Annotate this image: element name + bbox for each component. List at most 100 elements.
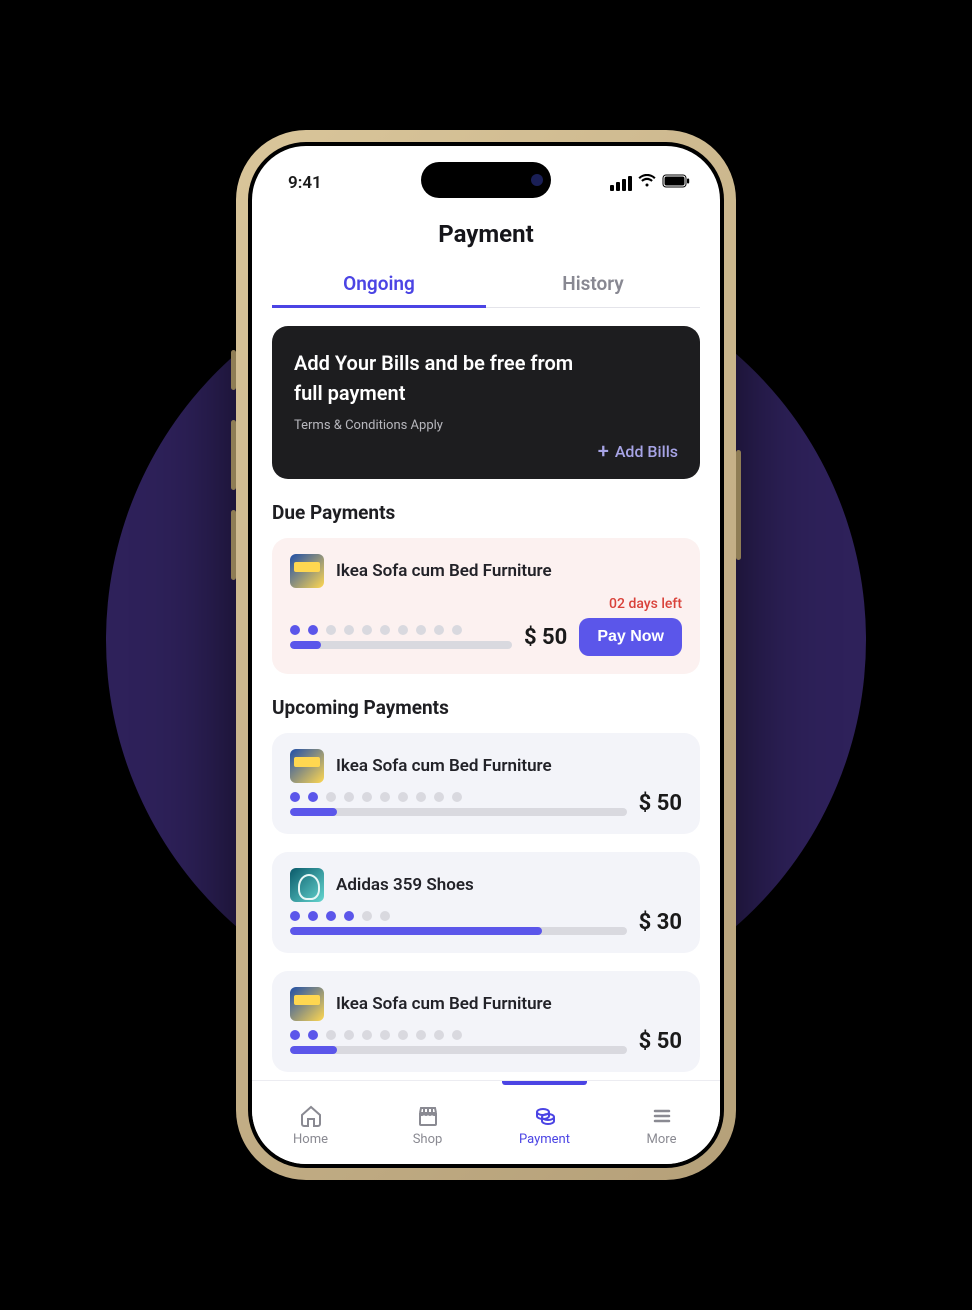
nav-label: Shop xyxy=(413,1132,443,1147)
tab-ongoing[interactable]: Ongoing xyxy=(272,262,486,307)
progress-bar xyxy=(290,641,512,649)
merchant-thumbnail xyxy=(290,749,324,783)
nav-more[interactable]: More xyxy=(603,1081,720,1164)
days-left-label: 02 days left xyxy=(290,596,682,612)
bottom-nav: Home Shop Payment More xyxy=(252,1080,720,1164)
tab-history[interactable]: History xyxy=(486,262,700,307)
promo-title-line: full payment xyxy=(294,381,405,405)
progress-bar xyxy=(290,1046,627,1054)
dot xyxy=(308,1030,318,1040)
dot xyxy=(344,911,354,921)
side-button xyxy=(231,510,236,580)
dot xyxy=(326,792,336,802)
dot xyxy=(308,911,318,921)
progress-dots xyxy=(290,792,627,802)
page-title: Payment xyxy=(272,220,700,248)
due-payments-heading: Due Payments xyxy=(272,501,700,524)
dot xyxy=(290,1030,300,1040)
upcoming-payment-card[interactable]: Ikea Sofa cum Bed Furniture $ 50 xyxy=(272,733,700,834)
upcoming-payment-card[interactable]: Ikea Sofa cum Bed Furniture $ 50 xyxy=(272,971,700,1072)
nav-shop[interactable]: Shop xyxy=(369,1081,486,1164)
home-icon xyxy=(299,1104,323,1128)
dot xyxy=(416,1030,426,1040)
add-bills-label: Add Bills xyxy=(615,442,678,461)
payment-icon xyxy=(533,1104,557,1128)
payment-title: Ikea Sofa cum Bed Furniture xyxy=(336,561,552,581)
progress-dots xyxy=(290,911,627,921)
tabs: OngoingHistory xyxy=(272,262,700,308)
payment-amount: $ 50 xyxy=(524,625,567,650)
plus-icon: + xyxy=(598,441,609,461)
dot xyxy=(452,792,462,802)
merchant-thumbnail xyxy=(290,868,324,902)
merchant-thumbnail xyxy=(290,554,324,588)
dot xyxy=(398,625,408,635)
phone-frame: 9:41 Payment OngoingHistory xyxy=(236,130,736,1180)
more-icon xyxy=(650,1104,674,1128)
payment-amount: $ 50 xyxy=(639,1029,682,1054)
dot xyxy=(344,1030,354,1040)
dot xyxy=(308,625,318,635)
wifi-icon xyxy=(638,173,656,193)
dynamic-island xyxy=(421,162,551,198)
progress-dots xyxy=(290,1030,627,1040)
pay-now-button[interactable]: Pay Now xyxy=(579,618,682,656)
dot xyxy=(434,1030,444,1040)
progress-bar xyxy=(290,808,627,816)
dot xyxy=(380,911,390,921)
progress-bar xyxy=(290,927,627,935)
dot xyxy=(362,1030,372,1040)
dot xyxy=(452,1030,462,1040)
nav-payment[interactable]: Payment xyxy=(486,1081,603,1164)
merchant-thumbnail xyxy=(290,987,324,1021)
status-time: 9:41 xyxy=(288,173,322,193)
dot xyxy=(434,792,444,802)
dot xyxy=(398,792,408,802)
payment-title: Ikea Sofa cum Bed Furniture xyxy=(336,756,552,776)
dot xyxy=(416,625,426,635)
side-button xyxy=(231,420,236,490)
dot xyxy=(398,1030,408,1040)
dot xyxy=(434,625,444,635)
dot xyxy=(344,625,354,635)
cellular-icon xyxy=(610,176,632,191)
dot xyxy=(344,792,354,802)
progress-dots xyxy=(290,625,512,635)
promo-title: Add Your Bills and be free from full pay… xyxy=(294,348,678,408)
upcoming-payment-card[interactable]: Adidas 359 Shoes $ 30 xyxy=(272,852,700,953)
content-scroller[interactable]: Add Your Bills and be free from full pay… xyxy=(272,308,700,1080)
dot xyxy=(362,911,372,921)
nav-label: More xyxy=(647,1132,677,1147)
payment-amount: $ 50 xyxy=(639,791,682,816)
dot xyxy=(362,625,372,635)
dot xyxy=(290,911,300,921)
payment-title: Ikea Sofa cum Bed Furniture xyxy=(336,994,552,1014)
nav-label: Payment xyxy=(519,1132,570,1147)
battery-icon xyxy=(662,173,690,193)
dot xyxy=(416,792,426,802)
dot xyxy=(290,792,300,802)
nav-label: Home xyxy=(293,1132,328,1147)
promo-subtitle: Terms & Conditions Apply xyxy=(294,418,678,433)
add-bills-button[interactable]: + Add Bills xyxy=(294,441,678,461)
dot xyxy=(380,1030,390,1040)
due-payment-card[interactable]: Ikea Sofa cum Bed Furniture 02 days left $… xyxy=(272,538,700,674)
dot xyxy=(452,625,462,635)
dot xyxy=(362,792,372,802)
payment-amount: $ 30 xyxy=(639,910,682,935)
side-button xyxy=(231,350,236,390)
dot xyxy=(326,911,336,921)
dot xyxy=(380,792,390,802)
upcoming-payments-heading: Upcoming Payments xyxy=(272,696,700,719)
promo-card: Add Your Bills and be free from full pay… xyxy=(272,326,700,479)
nav-home[interactable]: Home xyxy=(252,1081,369,1164)
payment-title: Adidas 359 Shoes xyxy=(336,875,474,895)
dot xyxy=(290,625,300,635)
screen: 9:41 Payment OngoingHistory xyxy=(252,146,720,1164)
dot xyxy=(326,1030,336,1040)
dot xyxy=(326,625,336,635)
shop-icon xyxy=(416,1104,440,1128)
side-button xyxy=(736,450,741,560)
promo-title-line: Add Your Bills and be free from xyxy=(294,351,573,375)
dot xyxy=(308,792,318,802)
